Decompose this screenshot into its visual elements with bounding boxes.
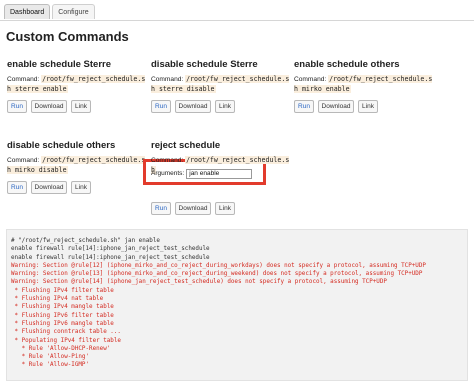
command-label: Command: — [151, 157, 184, 164]
run-button[interactable]: Run — [151, 100, 171, 114]
console-line: * Populating IPv4 filter table — [11, 337, 121, 344]
command-card-enable-schedule-others: enable schedule others Command: /root/fw… — [294, 59, 436, 114]
command-card-enable-schedule-sterre: enable schedule Sterre Command: /root/fw… — [7, 59, 149, 114]
download-button[interactable]: Download — [175, 100, 211, 114]
page-title: Custom Commands — [6, 29, 129, 44]
command-title: enable schedule others — [294, 59, 400, 70]
button-group: Run Download Link — [151, 202, 293, 216]
console-line: * Flushing IPv4 mangle table — [11, 304, 114, 311]
command-card-disable-schedule-others: disable schedule others Command: /root/f… — [7, 140, 149, 195]
button-group: Run Download Link — [294, 100, 436, 114]
command-line: Command: /root/fw_reject_schedule.sh ste… — [151, 75, 293, 94]
console-line: enable firewall rule[14]:iphone_jan_reje… — [11, 246, 210, 253]
command-label: Command: — [151, 76, 184, 83]
console-line: Warning: Section @rule[12] (iphone_mirko… — [11, 262, 426, 269]
run-button[interactable]: Run — [151, 202, 171, 216]
arguments-row: Arguments: — [151, 168, 253, 179]
console-line: * Flushing IPv4 nat table — [11, 296, 104, 303]
link-button[interactable]: Link — [358, 100, 378, 114]
tab-configure[interactable]: Configure — [52, 4, 95, 19]
console-line: * Rule 'Allow-DHCP-Renew' — [11, 345, 111, 352]
download-button[interactable]: Download — [318, 100, 354, 114]
run-button[interactable]: Run — [7, 181, 27, 195]
link-button[interactable]: Link — [71, 181, 91, 195]
console-line: # "/root/fw_reject_schedule.sh" jan enab… — [11, 238, 160, 244]
console-line: * Rule 'Allow-Ping' — [11, 354, 90, 361]
console-line: * Flushing conntrack table ... — [11, 329, 121, 336]
command-line: Command: /root/fw_reject_schedule.sh mir… — [294, 75, 436, 94]
console-line: Warning: Section @rule[13] (iphone_mirko… — [11, 271, 423, 278]
arguments-input[interactable] — [186, 168, 253, 179]
download-button[interactable]: Download — [31, 100, 67, 114]
command-line: Command: /root/fw_reject_schedule.sh mir… — [7, 156, 149, 175]
command-card-disable-schedule-sterre: disable schedule Sterre Command: /root/f… — [151, 59, 293, 114]
download-button[interactable]: Download — [31, 181, 67, 195]
run-button[interactable]: Run — [7, 100, 27, 114]
tab-dashboard[interactable]: Dashboard — [4, 4, 51, 19]
tab-divider — [0, 20, 474, 21]
console-line: * Flushing IPv6 filter table — [11, 312, 114, 319]
link-button[interactable]: Link — [215, 202, 235, 216]
console-line: * Rule 'Allow-IGMP' — [11, 362, 90, 369]
console-line: * Flushing IPv6 mangle table — [11, 320, 114, 327]
command-line: Command: /root/fw_reject_schedule.sh ste… — [7, 75, 149, 94]
console-line: Warning: Section @rule[14] (iphone_jan_r… — [11, 279, 387, 286]
link-button[interactable]: Link — [71, 100, 91, 114]
button-group: Run Download Link — [151, 100, 293, 114]
command-label: Command: — [7, 76, 40, 83]
command-title: enable schedule Sterre — [7, 59, 112, 70]
command-output-console: # "/root/fw_reject_schedule.sh" jan enab… — [6, 229, 468, 381]
tab-bar: Dashboard Configure — [4, 4, 95, 21]
console-line: * Flushing IPv4 filter table — [11, 287, 114, 294]
command-label: Command: — [294, 76, 327, 83]
link-button[interactable]: Link — [215, 100, 235, 114]
command-title: reject schedule — [151, 140, 221, 151]
command-title: disable schedule Sterre — [151, 59, 258, 70]
arguments-label: Arguments: — [151, 170, 185, 177]
button-group: Run Download Link — [7, 181, 149, 195]
console-line: enable firewall rule[14]:iphone_jan_reje… — [11, 254, 210, 261]
button-group: Run Download Link — [7, 100, 149, 114]
run-button[interactable]: Run — [294, 100, 314, 114]
command-label: Command: — [7, 157, 40, 164]
download-button[interactable]: Download — [175, 202, 211, 216]
command-title: disable schedule others — [7, 140, 116, 151]
